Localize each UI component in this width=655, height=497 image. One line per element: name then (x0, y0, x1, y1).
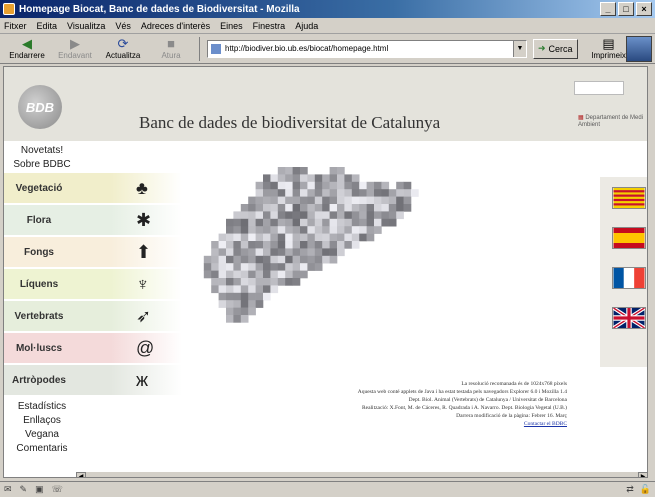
menu-eines[interactable]: Eines (220, 21, 243, 31)
gencat-emblem-icon: ▦ (578, 115, 584, 121)
scroll-right-icon[interactable]: ▶ (638, 472, 647, 477)
flower-icon[interactable]: ✱ (136, 210, 151, 231)
category-5[interactable]: Mol·luscs @ (4, 333, 182, 363)
lichen-icon[interactable]: ♆ (136, 274, 150, 295)
spanish-flag-icon[interactable] (612, 227, 646, 249)
forward-button[interactable]: ▶ Endavant (52, 36, 98, 61)
mail-icon[interactable]: ✎ (20, 484, 28, 495)
search-button[interactable]: ➜ Cerca (533, 38, 578, 59)
site-logo[interactable]: BDB (18, 85, 62, 129)
navigation-toolbar: ◀ Endarrere ▶ Endavant ⟳ Actualitza ■ At… (0, 34, 655, 64)
forward-label: Endavant (58, 51, 92, 60)
department-text: Departament de Medi Ambient (578, 115, 644, 128)
catalan-flag-icon[interactable] (612, 187, 646, 209)
nav-comentaris[interactable]: Comentaris (10, 443, 74, 454)
nav-estadistics[interactable]: Estadístics (10, 401, 74, 412)
category-label: Flora (26, 214, 52, 226)
back-arrow-icon: ◀ (22, 36, 32, 51)
nav-vegana[interactable]: Vegana (10, 429, 74, 440)
category-label: Líquens (19, 278, 59, 290)
security-lock-icon: 🔓 (639, 484, 651, 494)
category-1[interactable]: Flora ✱ (4, 205, 182, 235)
composer-icon[interactable]: ▣ (35, 484, 44, 495)
category-label: Vegetació (15, 182, 63, 194)
mozilla-app-icon (3, 3, 15, 15)
online-status-icon: ⇄ (626, 484, 634, 494)
butterfly-icon[interactable]: ж (136, 370, 148, 391)
menu-ves[interactable]: Vés (115, 21, 131, 31)
stop-button[interactable]: ■ Atura (148, 36, 194, 61)
category-label: Mol·luscs (15, 342, 63, 354)
search-label: Cerca (548, 43, 573, 54)
scroll-left-icon[interactable]: ◀ (76, 472, 86, 477)
page-icon (211, 43, 221, 54)
footer-note-resolution: La resolució recomanada és de 1024x768 p… (461, 381, 567, 387)
footer-note-modified: Darrera modificació de la pàgina: Febrer… (456, 413, 567, 419)
bird-icon[interactable]: ➶ (136, 306, 151, 327)
toolbar-separator (199, 36, 200, 61)
forward-arrow-icon: ▶ (70, 36, 80, 51)
stop-icon: ■ (167, 36, 175, 51)
printer-icon: ▤ (602, 36, 615, 51)
back-button[interactable]: ◀ Endarrere (4, 36, 50, 61)
catalonia-map-image[interactable] (189, 167, 419, 407)
footer-contact-link[interactable]: Contactar el BDBC (524, 421, 567, 427)
reload-icon: ⟳ (117, 36, 129, 51)
menu-fitxer[interactable]: Fitxer (4, 21, 27, 31)
maximize-button[interactable]: □ (618, 2, 634, 16)
menu-finestra[interactable]: Finestra (253, 21, 286, 31)
url-dropdown-icon[interactable]: ▼ (513, 40, 526, 57)
address-book-icon[interactable]: ☏ (52, 484, 63, 495)
stop-label: Atura (161, 51, 181, 60)
throbber-icon (626, 36, 652, 62)
nav-enllacos[interactable]: Enllaços (10, 415, 74, 426)
tree-icon[interactable]: ♣ (136, 178, 148, 199)
menu-bar: Fitxer Edita Visualitza Vés Adreces d'in… (0, 18, 655, 34)
status-bar: ✉ ✎ ▣ ☏ ⇄ 🔓 (0, 481, 655, 497)
menu-adreces[interactable]: Adreces d'interès (141, 21, 210, 31)
page-title: Banc de dades de biodiversitat de Catalu… (139, 113, 441, 132)
nav-novetats[interactable]: Novetats! (10, 145, 74, 156)
mushroom-icon[interactable]: ⬆ (136, 242, 151, 263)
menu-edita[interactable]: Edita (37, 21, 58, 31)
window-title: Homepage Biocat, Banc de dades de Biodiv… (19, 3, 300, 15)
reload-label: Actualitza (105, 51, 141, 60)
nav-sobre[interactable]: Sobre BDBC (10, 159, 74, 170)
category-6[interactable]: Artròpodes ж (4, 365, 182, 395)
print-label: Imprimeix (591, 51, 626, 60)
category-3[interactable]: Líquens ♆ (4, 269, 182, 299)
french-flag-icon[interactable] (612, 267, 646, 289)
menu-visualitza[interactable]: Visualitza (67, 21, 105, 31)
minimize-button[interactable]: _ (600, 2, 616, 16)
url-input[interactable]: http://biodiver.bio.ub.es/biocat/homepag… (207, 39, 527, 58)
site-header: BDB Banc de dades de biodiversitat de Ca… (4, 67, 647, 141)
category-0[interactable]: Vegetació ♣ (4, 173, 182, 203)
reload-button[interactable]: ⟳ Actualitza (100, 36, 146, 61)
gencat-logo[interactable] (574, 81, 624, 95)
category-label: Fongs (24, 246, 54, 258)
navigator-icon[interactable]: ✉ (4, 484, 12, 495)
uk-flag-icon[interactable] (612, 307, 646, 329)
category-2[interactable]: Fongs ⬆ (4, 237, 182, 267)
horizontal-scrollbar[interactable]: ◀ ▶ (76, 471, 647, 477)
category-label: Vertebrats (14, 310, 64, 322)
close-button[interactable]: × (636, 2, 652, 16)
footer-note-dept: Dept. Biol. Animal (Vertebrats) de Catal… (408, 397, 567, 403)
window-title-bar: Homepage Biocat, Banc de dades de Biodiv… (0, 0, 655, 18)
back-label: Endarrere (9, 51, 45, 60)
footer-note-credits: Realització: X.Font, M. de Cáceres, R. Q… (361, 405, 567, 411)
search-icon: ➜ (538, 43, 546, 53)
menu-ajuda[interactable]: Ajuda (295, 21, 318, 31)
department-label: ▦ Departament de Medi Ambient (578, 115, 647, 129)
page-viewport: BDB Banc de dades de biodiversitat de Ca… (3, 66, 648, 478)
language-selector (600, 177, 647, 367)
category-label: Artròpodes (12, 374, 66, 386)
print-button[interactable]: ▤ Imprimeix (586, 36, 632, 61)
footer-note-browsers: Aquesta web conté applets de Java i ha e… (357, 389, 567, 395)
url-text: http://biodiver.bio.ub.es/biocat/homepag… (225, 44, 389, 53)
snail-icon[interactable]: @ (136, 338, 154, 359)
category-4[interactable]: Vertebrats ➶ (4, 301, 182, 331)
